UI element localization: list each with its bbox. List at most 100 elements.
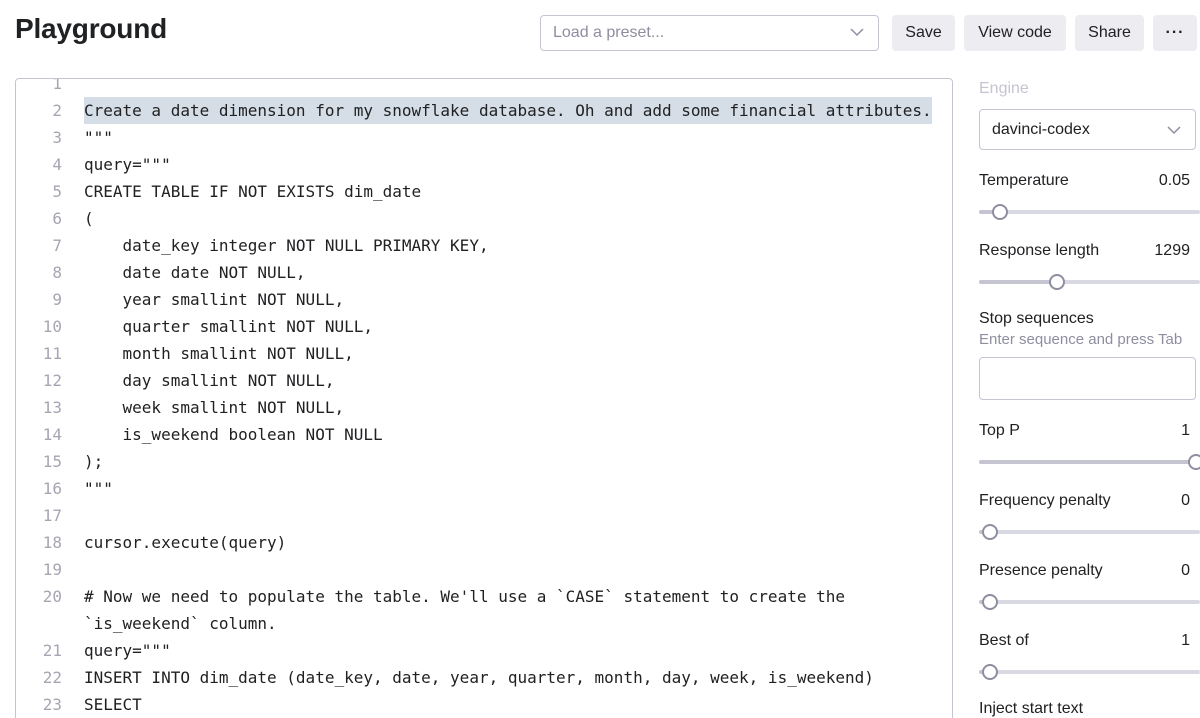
- top-p-slider[interactable]: [979, 454, 1200, 470]
- code-line[interactable]: 16 """: [16, 475, 952, 502]
- code-line[interactable]: 22 INSERT INTO dim_date (date_key, date, …: [16, 664, 952, 691]
- code-text: quarter smallint NOT NULL,: [84, 317, 373, 336]
- best-of-slider[interactable]: [979, 664, 1200, 680]
- stop-sequences-label: Stop sequences: [979, 310, 1094, 327]
- line-number: 12: [42, 371, 62, 390]
- code-text: year smallint NOT NULL,: [84, 290, 345, 309]
- share-button[interactable]: Share: [1075, 15, 1144, 51]
- code-line[interactable]: 11 month smallint NOT NULL,: [16, 340, 952, 367]
- best-of-value: 1: [1181, 632, 1190, 649]
- code-line[interactable]: 2 Create a date dimension for my snowflak…: [16, 97, 952, 124]
- code-line[interactable]: 9 year smallint NOT NULL,: [16, 286, 952, 313]
- line-number: 14: [42, 425, 62, 444]
- inject-start-text-label: Inject start text: [979, 700, 1084, 717]
- stop-sequences-help: Enter sequence and press Tab: [979, 331, 1183, 348]
- temperature-slider[interactable]: [979, 204, 1200, 220]
- code-line[interactable]: 12 day smallint NOT NULL,: [16, 367, 952, 394]
- line-number: 19: [42, 560, 62, 579]
- engine-label: Engine: [979, 80, 1029, 97]
- frequency-penalty-value: 0: [1181, 492, 1190, 509]
- frequency-penalty-slider[interactable]: [979, 524, 1200, 540]
- page-title: Playground: [15, 13, 168, 44]
- slider-handle[interactable]: [1048, 274, 1065, 290]
- line-number: 6: [52, 209, 62, 228]
- code-text: SELECT: [84, 695, 142, 714]
- line-number: 10: [42, 317, 62, 336]
- code-text: query=""": [84, 155, 171, 174]
- line-number: 2: [52, 101, 62, 120]
- code-text: `is_weekend` column.: [84, 614, 277, 633]
- line-number: 17: [42, 506, 62, 525]
- temperature-value: 0.05: [1158, 172, 1190, 189]
- code-text: week smallint NOT NULL,: [84, 398, 345, 417]
- code-line[interactable]: 15);: [16, 448, 952, 475]
- code-line[interactable]: 7 date_key integer NOT NULL PRIMARY KEY,: [16, 232, 952, 259]
- code-text: CREATE TABLE IF NOT EXISTS dim_date: [84, 182, 422, 201]
- settings-sidebar: Engine davinci-codex Temperature 0.05 Re…: [979, 60, 1200, 718]
- code-line[interactable]: 13 week smallint NOT NULL,: [16, 394, 952, 421]
- line-number: 7: [52, 236, 62, 255]
- stop-sequences-input[interactable]: [979, 357, 1196, 400]
- code-line[interactable]: `is_weekend` column.: [16, 610, 952, 637]
- more-options-button[interactable]: ···: [1153, 15, 1197, 51]
- line-number: 13: [42, 398, 62, 417]
- presence-penalty-slider[interactable]: [979, 594, 1200, 610]
- code-line[interactable]: 14 is_weekend boolean NOT NULL: [16, 421, 952, 448]
- line-number: 21: [42, 641, 62, 660]
- view-code-button[interactable]: View code: [964, 15, 1066, 51]
- code-text: is_weekend boolean NOT NULL: [84, 425, 383, 444]
- code-text: # Now we need to populate the table. We'…: [84, 587, 845, 606]
- response-length-slider[interactable]: [979, 274, 1200, 290]
- code-line[interactable]: 10 quarter smallint NOT NULL,: [16, 313, 952, 340]
- code-line[interactable]: 18 cursor.execute(query): [16, 529, 952, 556]
- code-line[interactable]: 6(: [16, 205, 952, 232]
- frequency-penalty-label: Frequency penalty: [979, 492, 1111, 509]
- code-line[interactable]: 19: [16, 556, 952, 583]
- code-text: date_key integer NOT NULL PRIMARY KEY,: [84, 236, 489, 255]
- line-number: 9: [52, 290, 62, 309]
- code-line[interactable]: 8 date date NOT NULL,: [16, 259, 952, 286]
- top-p-value: 1: [1181, 422, 1190, 439]
- code-line[interactable]: 5 CREATE TABLE IF NOT EXISTS dim_date: [16, 178, 952, 205]
- presence-penalty-value: 0: [1181, 562, 1190, 579]
- line-number: 22: [42, 668, 62, 687]
- code-line[interactable]: 23 SELECT: [16, 691, 952, 718]
- code-line[interactable]: 3 """: [16, 124, 952, 151]
- response-length-value: 1299: [1154, 242, 1190, 259]
- line-number: 3: [52, 128, 62, 147]
- prompt-editor[interactable]: 1 2 Create a date dimension for my snowfla…: [15, 78, 953, 718]
- save-button[interactable]: Save: [892, 15, 955, 51]
- code-line[interactable]: 21 query=""": [16, 637, 952, 664]
- response-length-label: Response length: [979, 242, 1100, 259]
- chevron-down-icon: [850, 28, 864, 37]
- code-line[interactable]: 4 query=""": [16, 151, 952, 178]
- code-text: date date NOT NULL,: [84, 263, 306, 282]
- line-number: 18: [42, 533, 62, 552]
- slider-handle[interactable]: [992, 204, 1009, 220]
- slider-handle[interactable]: [982, 594, 998, 610]
- selected-code-text: Create a date dimension for my snowflake…: [84, 97, 932, 124]
- slider-handle[interactable]: [982, 524, 998, 540]
- code-text: );: [84, 452, 104, 471]
- line-number: 16: [42, 479, 62, 498]
- top-p-label: Top P: [979, 422, 1020, 439]
- line-number: 23: [42, 695, 62, 714]
- engine-select[interactable]: davinci-codex: [979, 109, 1196, 150]
- preset-select[interactable]: Load a preset...: [540, 15, 879, 51]
- temperature-label: Temperature: [979, 172, 1069, 189]
- line-number: 4: [52, 155, 62, 174]
- preset-placeholder: Load a preset...: [553, 24, 665, 41]
- code-line[interactable]: 17: [16, 502, 952, 529]
- chevron-down-icon: [1167, 126, 1181, 135]
- code-line[interactable]: 1: [16, 78, 952, 97]
- code-line[interactable]: 20 # Now we need to populate the table. W…: [16, 583, 952, 610]
- code-text: day smallint NOT NULL,: [84, 371, 335, 390]
- code-text: cursor.execute(query): [84, 533, 287, 552]
- presence-penalty-label: Presence penalty: [979, 562, 1103, 579]
- code-text: """: [84, 128, 113, 147]
- best-of-label: Best of: [979, 632, 1029, 649]
- slider-handle[interactable]: [982, 664, 998, 680]
- slider-handle[interactable]: [1188, 454, 1200, 470]
- line-number: 1: [52, 78, 62, 93]
- line-number: 5: [52, 182, 62, 201]
